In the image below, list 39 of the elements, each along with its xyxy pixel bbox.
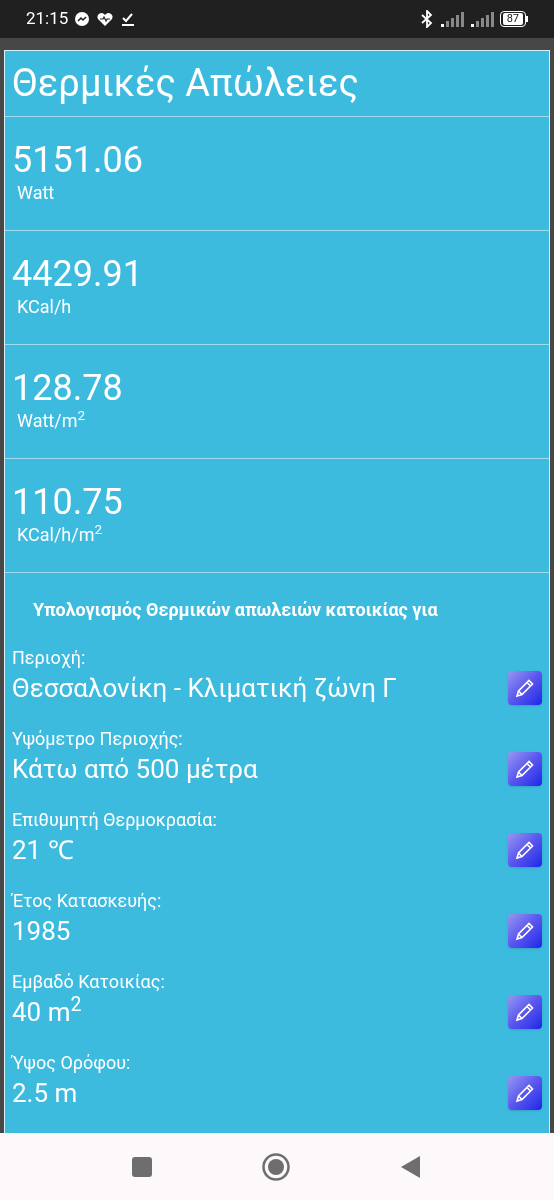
field-label: Υψόμετρο Περιοχής: [12,727,184,751]
field-label: Έτος Κατασκευής: [12,889,162,913]
field-value: 1985 [12,915,72,948]
result-unit: KCal/h [16,295,73,319]
field-label: Ύψος Ορόφου: [12,1051,131,1075]
battery-level: 87 [502,13,523,25]
signal-icon [439,11,464,27]
field-value: Κάτω από 500 μέτρα [12,753,258,786]
result-unit: Watt/m$^{2}$ [16,409,87,433]
field-value: 2.5 m [12,1077,79,1110]
field-label: Περιοχή: [12,646,87,670]
edit-button[interactable] [508,914,542,948]
page-title: Θερμικές Απώλειες [12,60,359,107]
edit-button[interactable] [508,671,542,705]
result-value: 5151.06 [12,139,144,181]
check-icon [120,11,137,27]
recents-button[interactable] [132,1156,152,1177]
bluetooth-icon [419,10,434,28]
edit-button[interactable] [508,1076,542,1110]
clock: 21:15 [26,7,69,31]
field-label: Επιθυμητή Θερμοκρασία: [12,808,217,832]
heart-icon [96,11,115,27]
signal-icon [469,11,494,27]
field-label: Εμβαδό Κατοικίας: [12,970,165,994]
result-value: 110.75 [12,481,124,523]
edit-button[interactable] [508,995,542,1029]
section-heading: Υπολογισμός Θερμικών απωλειών κατοικίας για [32,598,439,622]
chat-icon [74,11,91,27]
back-button[interactable] [400,1154,422,1179]
field-value: 21 ℃ [12,834,75,867]
edit-button[interactable] [508,833,542,867]
field-value: 40 m$^{2}$ [12,995,83,1029]
edit-button[interactable] [508,752,542,786]
result-unit: KCal/h/m$^{2}$ [16,523,104,547]
result-value: 128.78 [12,367,124,409]
result-value: 4429.91 [12,253,144,295]
result-unit: Watt [16,181,56,205]
home-button[interactable] [262,1152,290,1181]
field-value: Θεσσαλονίκη - Κλιματική ζώνη Γ [12,672,397,705]
